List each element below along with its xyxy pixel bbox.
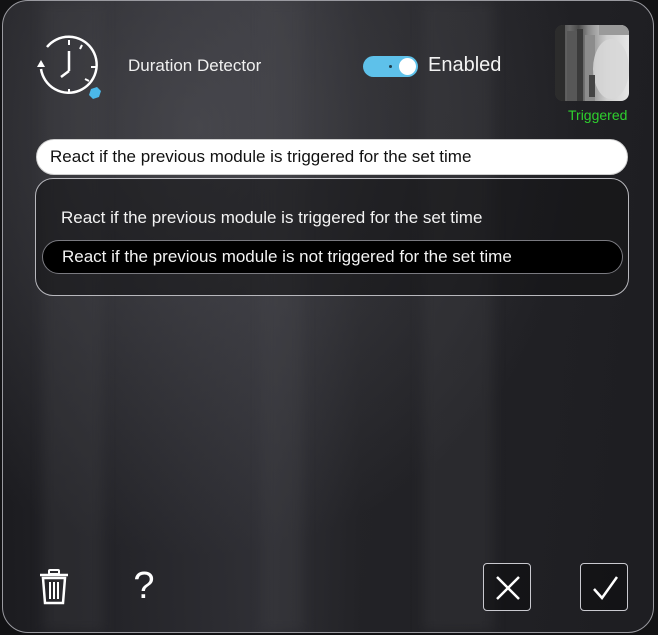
background-blur — [263, 1, 303, 632]
toggle-knob — [399, 58, 416, 75]
enabled-toggle[interactable] — [363, 56, 418, 77]
close-icon — [496, 576, 520, 600]
reaction-mode-dropdown: React if the previous module is triggere… — [35, 178, 629, 296]
background-blur — [423, 1, 493, 632]
reaction-mode-select[interactable]: React if the previous module is triggere… — [36, 139, 628, 175]
trash-icon[interactable] — [39, 569, 69, 605]
toggle-dot — [389, 65, 392, 68]
camera-thumbnail[interactable] — [555, 25, 629, 101]
confirm-button[interactable] — [580, 563, 628, 611]
clock-timer-icon — [33, 31, 105, 103]
check-icon — [593, 576, 619, 601]
toggle-label: Enabled — [428, 54, 502, 76]
module-settings-panel: Duration Detector Enabled Triggered Reac… — [2, 0, 654, 633]
trigger-status: Triggered — [568, 107, 628, 123]
dropdown-option[interactable]: React if the previous module is triggere… — [42, 201, 623, 235]
cancel-button[interactable] — [483, 563, 531, 611]
help-button[interactable]: ? — [129, 564, 159, 608]
dropdown-option-highlighted[interactable]: React if the previous module is not trig… — [42, 240, 623, 274]
module-title: Duration Detector — [128, 56, 262, 75]
